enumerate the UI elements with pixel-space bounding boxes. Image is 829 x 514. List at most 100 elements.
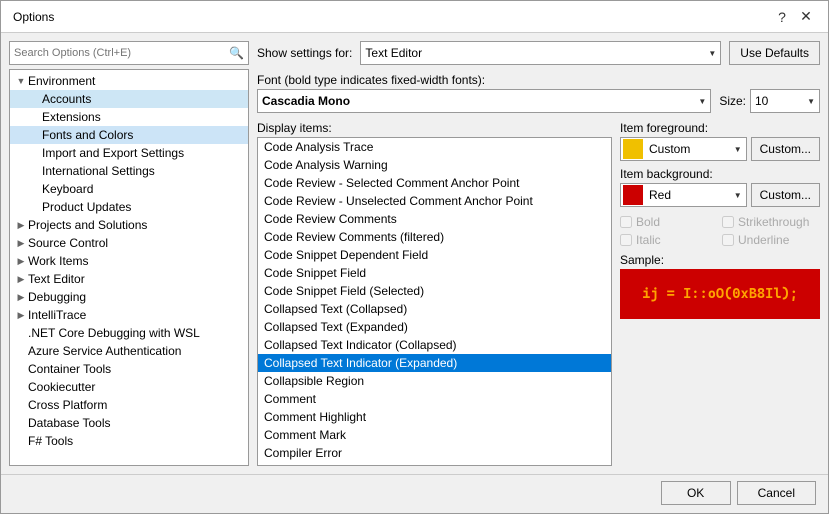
underline-label: Underline <box>738 233 789 247</box>
use-defaults-button[interactable]: Use Defaults <box>729 41 820 65</box>
tree-item-net-core[interactable]: .NET Core Debugging with WSL <box>10 324 248 342</box>
dialog-title: Options <box>13 10 54 24</box>
background-arrow: ▼ <box>730 191 746 200</box>
foreground-dropdown[interactable]: Custom ▼ <box>620 137 747 161</box>
tree-item-container[interactable]: Container Tools <box>10 360 248 378</box>
foreground-swatch <box>623 139 643 159</box>
show-settings-dropdown[interactable]: Text Editor ▼ <box>360 41 721 65</box>
expand-icon-work: ▶ <box>14 256 28 267</box>
expand-icon-environment: ▼ <box>14 76 28 86</box>
size-arrow: ▼ <box>803 97 815 106</box>
list-item[interactable]: Comment Highlight <box>258 408 611 426</box>
main-content: 🔍 ▼ Environment Accounts Extensions <box>1 33 828 474</box>
strikethrough-label: Strikethrough <box>738 215 809 229</box>
list-item[interactable]: Code Review - Unselected Comment Anchor … <box>258 192 611 210</box>
display-items-list: Code Analysis TraceCode Analysis Warning… <box>257 137 612 466</box>
underline-checkbox-group: Underline <box>722 233 820 247</box>
close-button[interactable]: ✕ <box>796 7 816 27</box>
tree-item-azure[interactable]: Azure Service Authentication <box>10 342 248 360</box>
underline-checkbox[interactable] <box>722 234 734 246</box>
size-label: Size: <box>719 94 746 108</box>
list-item[interactable]: Collapsed Text (Expanded) <box>258 318 611 336</box>
tree-item-cookiecutter[interactable]: Cookiecutter <box>10 378 248 396</box>
list-item[interactable]: Compiler Error <box>258 444 611 462</box>
cancel-button[interactable]: Cancel <box>737 481 816 505</box>
size-dropdown[interactable]: 10 ▼ <box>750 89 820 113</box>
tree-item-keyboard[interactable]: Keyboard <box>10 180 248 198</box>
font-arrow: ▼ <box>694 97 706 106</box>
list-item[interactable]: Code Review - Selected Comment Anchor Po… <box>258 174 611 192</box>
display-items-label: Display items: <box>257 121 612 135</box>
search-input[interactable] <box>14 47 229 59</box>
sample-text: ij = I::oO(0xB8Il); <box>642 286 798 302</box>
right-panel: Show settings for: Text Editor ▼ Use Def… <box>257 41 820 466</box>
list-item[interactable]: Collapsed Text Indicator (Expanded) <box>258 354 611 372</box>
list-item[interactable]: Code Analysis Trace <box>258 138 611 156</box>
bold-checkbox-group: Bold <box>620 215 718 229</box>
tree-item-fsharp[interactable]: F# Tools <box>10 432 248 450</box>
tree-item-import-export[interactable]: Import and Export Settings <box>10 144 248 162</box>
expand-icon-source: ▶ <box>14 238 28 249</box>
background-swatch <box>623 185 643 205</box>
background-label: Item background: <box>620 167 820 181</box>
background-group: Item background: Red ▼ Custom... <box>620 167 820 207</box>
background-dropdown[interactable]: Red ▼ <box>620 183 747 207</box>
display-items-panel: Display items: Code Analysis TraceCode A… <box>257 121 612 466</box>
italic-label: Italic <box>636 233 661 247</box>
tree-item-debugging[interactable]: ▶ Debugging <box>10 288 248 306</box>
foreground-group: Item foreground: Custom ▼ Custom... <box>620 121 820 161</box>
size-value: 10 <box>755 94 768 108</box>
foreground-value: Custom <box>645 142 730 156</box>
tree-item-intellitrace[interactable]: ▶ IntelliTrace <box>10 306 248 324</box>
tree-item-fonts-colors[interactable]: Fonts and Colors <box>10 126 248 144</box>
foreground-row: Custom ▼ Custom... <box>620 137 820 161</box>
list-item[interactable]: Comment <box>258 390 611 408</box>
bold-label: Bold <box>636 215 660 229</box>
show-settings-label: Show settings for: <box>257 46 352 60</box>
help-button[interactable]: ? <box>772 7 792 27</box>
list-item[interactable]: Code Review Comments (filtered) <box>258 228 611 246</box>
ok-button[interactable]: OK <box>661 481 731 505</box>
tree-item-intl[interactable]: International Settings <box>10 162 248 180</box>
italic-checkbox[interactable] <box>620 234 632 246</box>
middle-section: Display items: Code Analysis TraceCode A… <box>257 121 820 466</box>
font-dropdown[interactable]: Cascadia Mono ▼ <box>257 89 711 113</box>
options-dialog: Options ? ✕ 🔍 ▼ Environment Accounts <box>0 0 829 514</box>
foreground-arrow: ▼ <box>730 145 746 154</box>
tree-item-environment[interactable]: ▼ Environment <box>10 72 248 90</box>
tree-item-product-updates[interactable]: Product Updates <box>10 198 248 216</box>
tree-item-extensions[interactable]: Extensions <box>10 108 248 126</box>
tree-item-projects[interactable]: ▶ Projects and Solutions <box>10 216 248 234</box>
list-item[interactable]: Collapsible Region <box>258 372 611 390</box>
sample-section: Sample: ij = I::oO(0xB8Il); <box>620 253 820 319</box>
list-item[interactable]: Code Snippet Field (Selected) <box>258 282 611 300</box>
font-value: Cascadia Mono <box>262 94 350 108</box>
list-item[interactable]: Comment Mark <box>258 426 611 444</box>
strikethrough-checkbox[interactable] <box>722 216 734 228</box>
tree-item-accounts[interactable]: Accounts <box>10 90 248 108</box>
foreground-custom-button[interactable]: Custom... <box>751 137 820 161</box>
tree-item-work-items[interactable]: ▶ Work Items <box>10 252 248 270</box>
tree-item-text-editor[interactable]: ▶ Text Editor <box>10 270 248 288</box>
search-box: 🔍 <box>9 41 249 65</box>
title-bar: Options ? ✕ <box>1 1 828 33</box>
background-value: Red <box>645 188 730 202</box>
bottom-bar: OK Cancel <box>1 474 828 513</box>
show-settings-arrow: ▼ <box>704 49 716 58</box>
show-settings-value: Text Editor <box>365 46 422 60</box>
list-item[interactable]: Collapsed Text Indicator (Collapsed) <box>258 336 611 354</box>
search-icon[interactable]: 🔍 <box>229 46 244 60</box>
style-checkboxes: Bold Strikethrough Italic Underline <box>620 215 820 247</box>
tree-item-source-control[interactable]: ▶ Source Control <box>10 234 248 252</box>
list-item[interactable]: Collapsed Text (Collapsed) <box>258 300 611 318</box>
tree-item-database[interactable]: Database Tools <box>10 414 248 432</box>
expand-icon-projects: ▶ <box>14 220 28 231</box>
tree-item-cross-platform[interactable]: Cross Platform <box>10 396 248 414</box>
list-item[interactable]: Code Analysis Warning <box>258 156 611 174</box>
list-item[interactable]: Code Review Comments <box>258 210 611 228</box>
list-item[interactable]: Code Snippet Dependent Field <box>258 246 611 264</box>
bold-checkbox[interactable] <box>620 216 632 228</box>
show-settings-row: Show settings for: Text Editor ▼ Use Def… <box>257 41 820 65</box>
list-item[interactable]: Code Snippet Field <box>258 264 611 282</box>
background-custom-button[interactable]: Custom... <box>751 183 820 207</box>
